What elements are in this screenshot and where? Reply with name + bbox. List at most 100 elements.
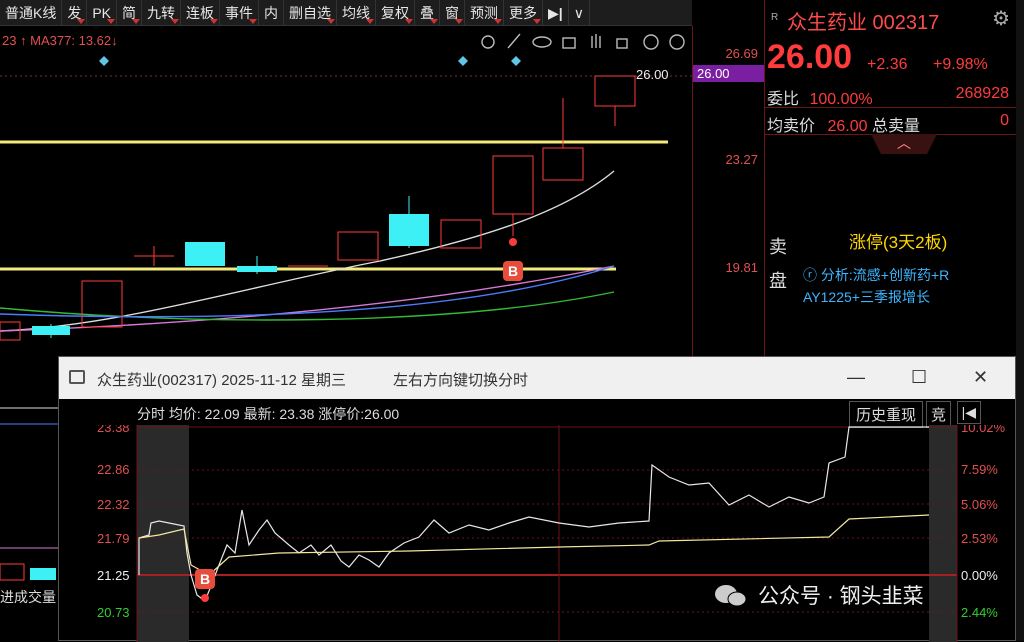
zoom-in-icon[interactable] [643, 34, 659, 50]
toolbar-item[interactable]: 复权 [376, 0, 416, 26]
total-sell-value: 0 [1000, 112, 1009, 129]
toolbar-item[interactable]: 内 [259, 0, 285, 26]
collapse-right-icon[interactable]: ▶| [543, 0, 569, 26]
toolbar-item[interactable]: 更多 [504, 0, 544, 26]
ma-label: 23 ↑ MA377: 13.62↓ [2, 33, 118, 48]
toolbar-item[interactable]: 均线 [337, 0, 377, 26]
lock-icon[interactable] [616, 38, 628, 49]
right-axis-label: 5.06% [961, 497, 998, 512]
buy-dot [509, 238, 517, 246]
side-char: 盘 [769, 271, 787, 291]
pen-icon[interactable] [507, 33, 521, 49]
right-axis-label: 0.00% [961, 568, 998, 583]
left-axis-label: 23.38 [97, 425, 130, 435]
analysis-line: ⓡ 分析:流感+创新药+R [803, 267, 950, 283]
toolbar-item[interactable]: 预测 [465, 0, 505, 26]
settings-icon[interactable] [481, 35, 495, 49]
divider [765, 107, 1016, 108]
toolbar-item[interactable]: 九转 [142, 0, 182, 26]
basket-icon[interactable] [562, 37, 576, 49]
weibi-row: 委比 100.00% 268928 [767, 85, 1015, 109]
kline-chart[interactable]: 23 ↑ MA377: 13.62↓ B 26.00 [0, 26, 692, 356]
candles [0, 75, 636, 341]
toolbar-item[interactable]: 普通K线 [0, 0, 63, 26]
close-icon[interactable]: ✕ [973, 367, 988, 388]
quote-panel: R 众生药业 002317 ⚙ 26.00 +2.36 +9.98% 委比 10… [764, 0, 1016, 356]
left-axis: 23.38 22.86 22.32 21.79 21.25 20.73 [97, 425, 130, 620]
window-hint: 左右方向键切换分时 [393, 372, 529, 389]
skip-back-icon[interactable]: |◀ [956, 401, 981, 424]
right-axis: 10.02% 7.59% 5.06% 2.53% 0.00% 2.44% [961, 425, 1006, 620]
right-axis-label: 2.53% [961, 531, 998, 546]
hand-icon[interactable] [591, 34, 601, 48]
chevron-up-icon[interactable]: ︿ [871, 134, 937, 154]
dropdown-marker-icon [107, 18, 116, 24]
right-axis-label: 7.59% [961, 462, 998, 477]
left-axis-label: 22.86 [97, 462, 130, 477]
dropdown-marker-icon [249, 18, 258, 24]
zoom-out-icon[interactable] [669, 34, 685, 50]
candle [440, 219, 482, 249]
history-replay-button[interactable]: 历史重现 [848, 401, 923, 428]
side-char: 卖 [769, 237, 787, 257]
window-title: 众生药业(002317) 2025-11-12 星期三 [97, 372, 346, 389]
candle [337, 231, 379, 261]
volume-label: 进成交量 [0, 589, 56, 605]
left-axis-label: 21.25 [97, 568, 130, 583]
intraday-info-bar: 分时 均价: 22.09 最新: 23.38 涨停价:26.00 历史重现 竞 … [59, 399, 1015, 428]
stock-title[interactable]: 众生药业 002317 [787, 6, 939, 35]
last-price-label: 26.00 [636, 67, 669, 82]
maximize-icon[interactable]: ☐ [911, 367, 927, 388]
candle [594, 75, 636, 107]
candle [492, 155, 534, 215]
limit-up-status: 涨停(3天2板) [849, 233, 948, 252]
price-axis: 26.69 26.00 23.27 19.81 [692, 26, 764, 356]
average-line [138, 514, 930, 576]
left-axis-label: 20.73 [97, 605, 130, 620]
dropdown-marker-icon [455, 18, 464, 24]
axis-label: 23.27 [725, 152, 758, 167]
window-titlebar[interactable]: 众生药业(002317) 2025-11-12 星期三 左右方向键切换分时 — … [59, 357, 1015, 399]
auction-button[interactable]: 竞 [925, 401, 951, 428]
toolbar-item[interactable]: 叠 [415, 0, 441, 26]
window-icon [69, 370, 85, 384]
dropdown-marker-icon [366, 18, 375, 24]
event-diamond [511, 56, 521, 66]
right-axis-label: 2.44% [961, 605, 998, 620]
auction-shade-right [929, 425, 957, 642]
analysis-text[interactable]: ⓡ 分析:流感+创新药+R AY1225+三季报增长 [803, 264, 949, 308]
r-badge: R [771, 12, 779, 23]
buy-dot [201, 594, 209, 602]
avg-sell-row: 均卖价 26.00 总卖量 0 [767, 112, 1015, 136]
toolbar-item[interactable]: 窗 [440, 0, 466, 26]
toolbar-item[interactable]: 简 [117, 0, 143, 26]
buy-marker-text: B [200, 571, 210, 587]
avg-sell-label: 均卖价 [767, 118, 816, 135]
toolbar-item[interactable]: PK [87, 0, 118, 26]
minimize-icon[interactable]: — [847, 367, 865, 388]
sell-side-label: 卖 盘 [769, 230, 787, 298]
gear-icon[interactable]: ⚙ [992, 6, 1010, 31]
stock-price: 26.00 [767, 38, 853, 76]
candle [185, 242, 225, 266]
weibi-count: 268928 [955, 85, 1009, 102]
toolbar-item[interactable]: 连板 [181, 0, 221, 26]
dropdown-marker-icon [430, 18, 439, 24]
dropdown-marker-icon [132, 18, 141, 24]
total-sell-label: 总卖量 [871, 118, 920, 135]
axis-label: 26.69 [725, 46, 758, 61]
avg-sell-value: 26.00 [827, 118, 868, 135]
moving-averages [0, 170, 615, 332]
dropdown-marker-icon [494, 18, 503, 24]
left-axis-label: 21.79 [97, 531, 130, 546]
event-diamond [458, 56, 468, 66]
chevron-down-icon[interactable]: ∨ [569, 0, 590, 26]
toolbar-item[interactable]: 发 [62, 0, 88, 26]
candle [542, 147, 584, 181]
buy-marker-text: B [508, 263, 518, 279]
eye-icon[interactable] [532, 36, 552, 48]
toolbar-item[interactable]: 事件 [220, 0, 260, 26]
toolbar-item[interactable]: 删自选 [284, 0, 338, 26]
analysis-line: AY1225+三季报增长 [803, 289, 930, 305]
dropdown-marker-icon [405, 18, 414, 24]
